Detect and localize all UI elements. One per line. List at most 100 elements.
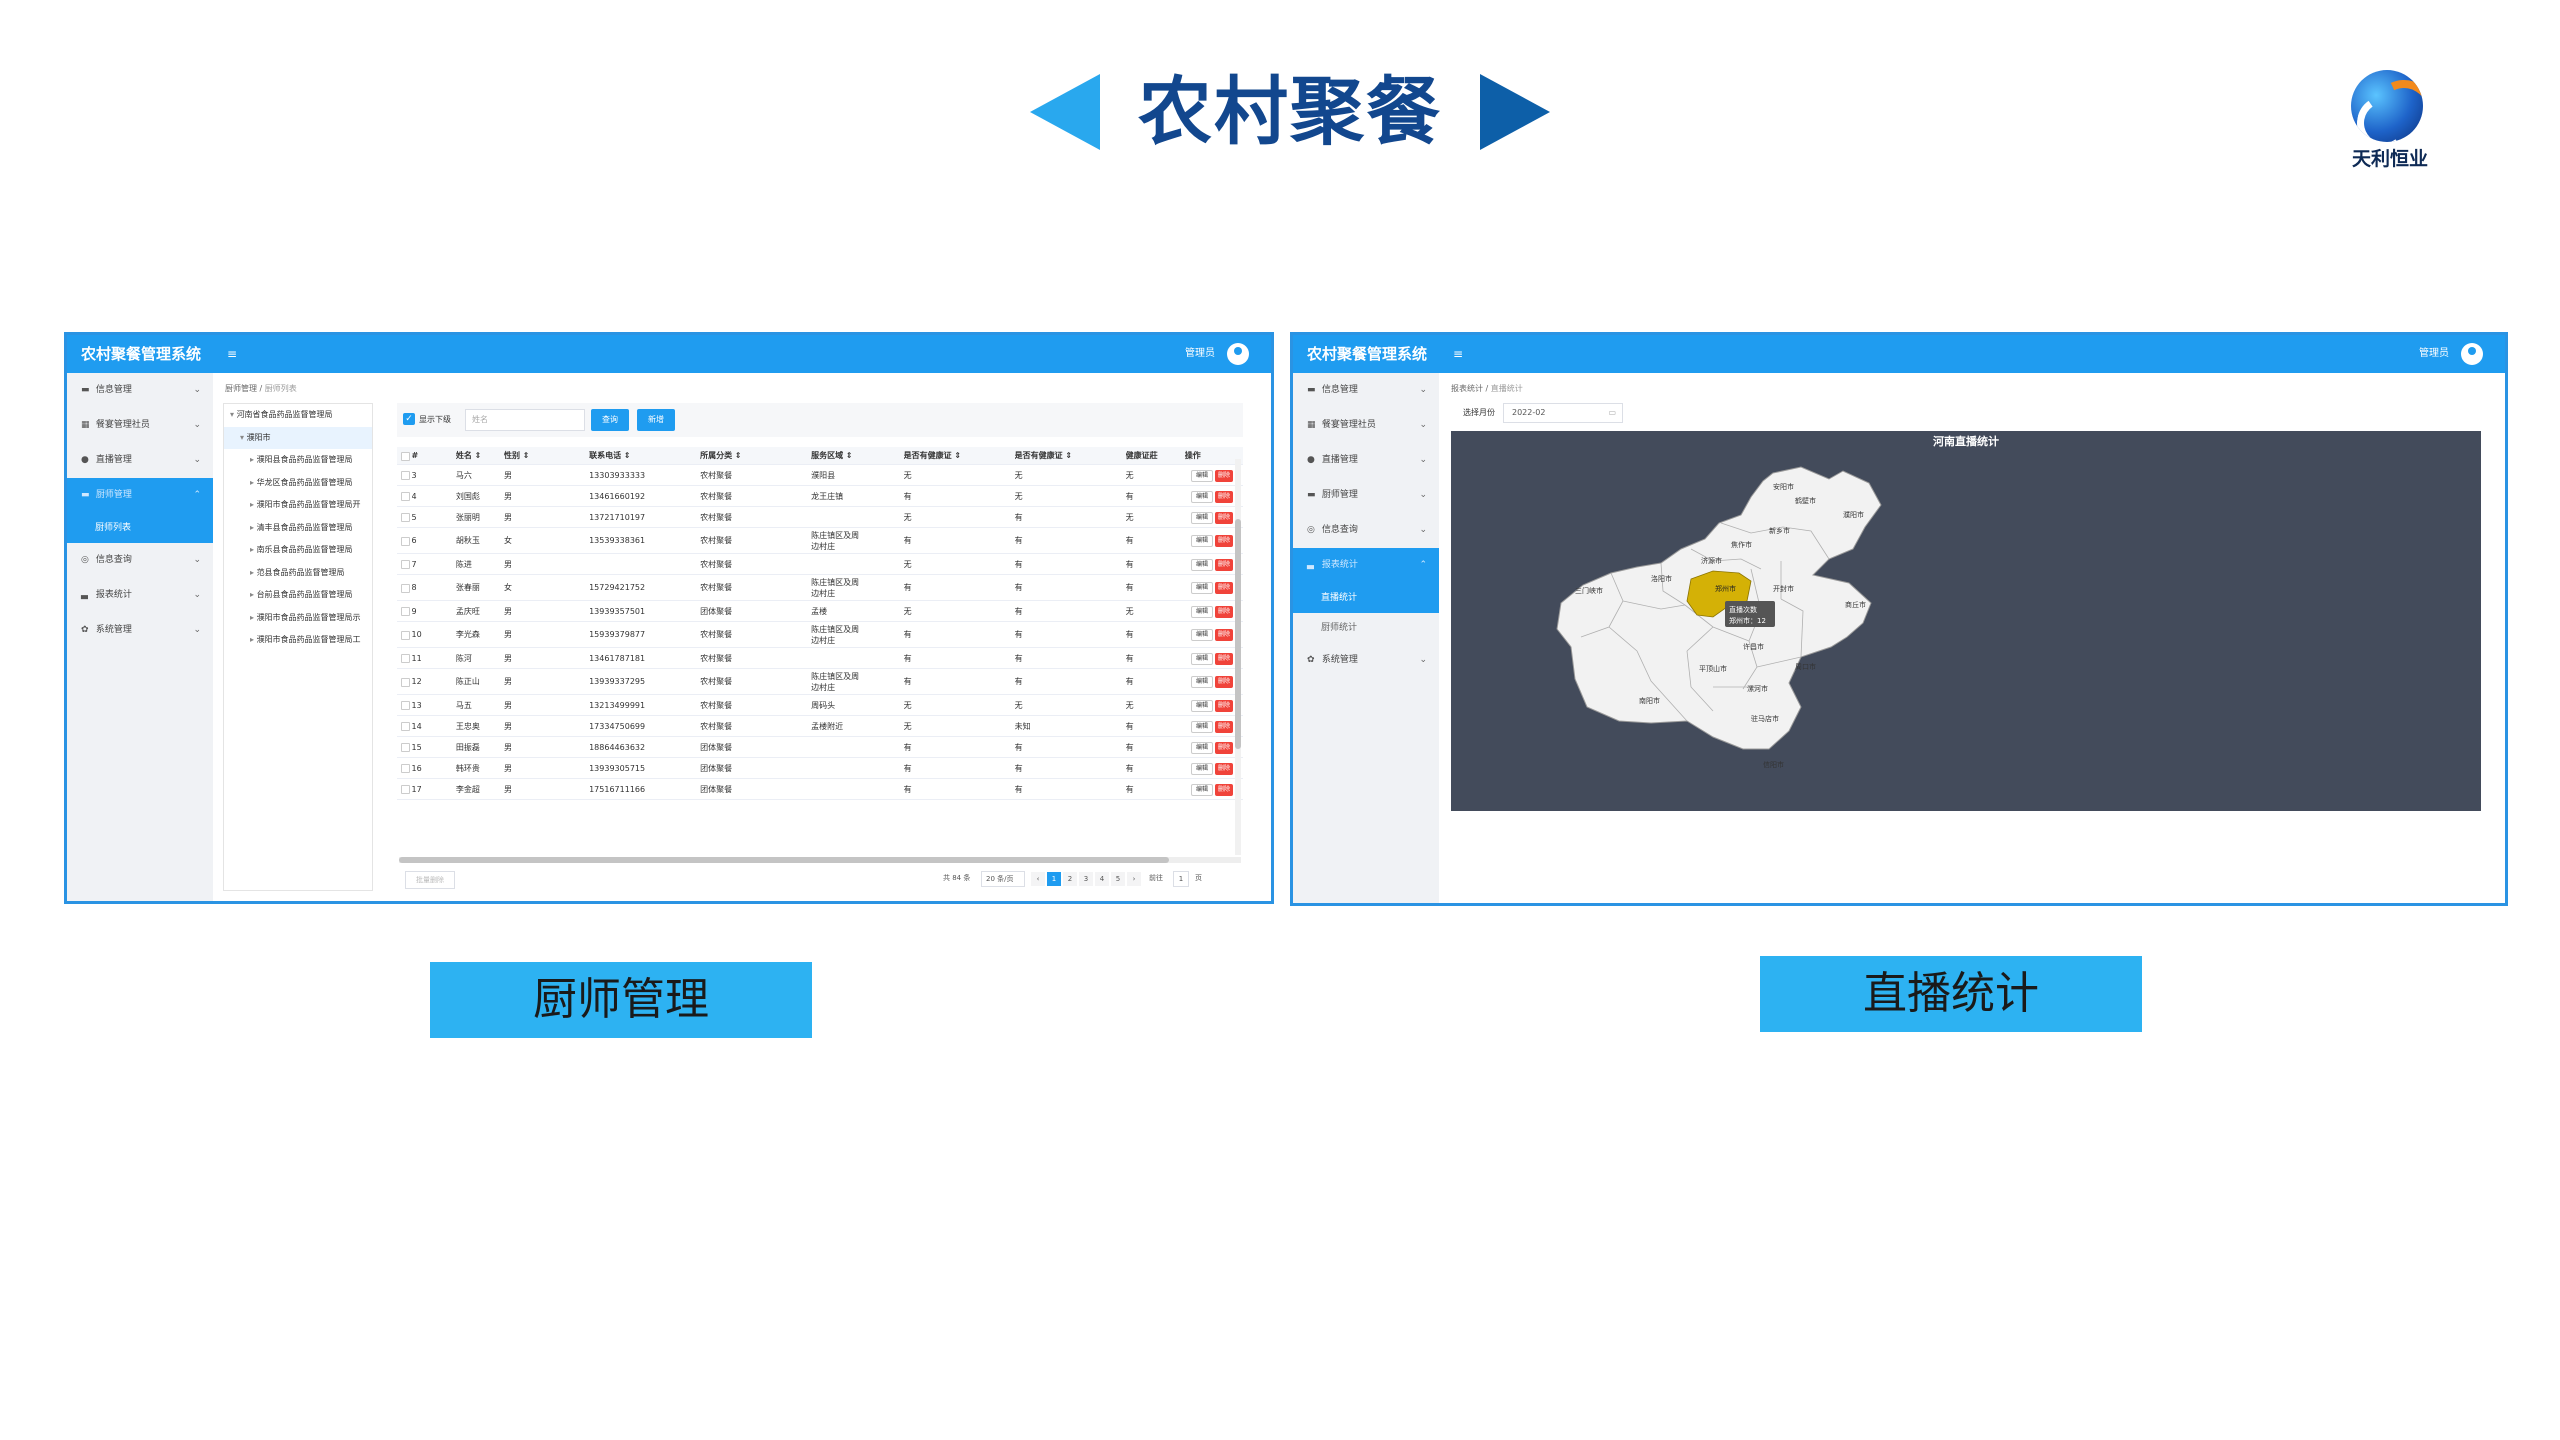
tree-node[interactable]: ▸ 范县食品药品监督管理局 xyxy=(224,562,372,585)
delete-button[interactable]: 删除 xyxy=(1215,629,1233,641)
page-size-select[interactable]: 20 条/页 xyxy=(981,871,1025,887)
page-button[interactable]: 3 xyxy=(1079,872,1093,886)
row-checkbox[interactable] xyxy=(401,701,410,710)
edit-button[interactable]: 编辑 xyxy=(1191,582,1213,594)
avatar[interactable] xyxy=(2461,343,2483,365)
sidebar-item-info[interactable]: ▬ 信息管理 ⌄ xyxy=(1293,373,1439,408)
edit-button[interactable]: 编辑 xyxy=(1191,605,1213,618)
edit-button[interactable]: 编辑 xyxy=(1191,469,1213,482)
column-header[interactable]: 所属分类 ⇕ xyxy=(700,447,742,465)
page-button[interactable]: 1 xyxy=(1047,872,1061,886)
edit-button[interactable]: 编辑 xyxy=(1191,741,1213,754)
breadcrumb-item[interactable]: 报表统计 xyxy=(1451,384,1483,393)
row-checkbox[interactable] xyxy=(401,785,410,794)
goto-page-input[interactable]: 1 xyxy=(1173,871,1189,887)
delete-button[interactable]: 删除 xyxy=(1215,582,1233,594)
delete-button[interactable]: 删除 xyxy=(1215,783,1233,796)
select-all-checkbox[interactable] xyxy=(401,452,410,461)
tree-node[interactable]: ▸ 华龙区食品药品监督管理局 xyxy=(224,472,372,495)
column-header[interactable]: 姓名 ⇕ xyxy=(456,447,482,465)
row-checkbox[interactable] xyxy=(401,743,410,752)
delete-button[interactable]: 删除 xyxy=(1215,699,1233,712)
column-header[interactable]: 联系电话 ⇕ xyxy=(589,447,631,465)
next-page-button[interactable]: › xyxy=(1127,872,1141,886)
avatar[interactable] xyxy=(1227,343,1249,365)
column-header[interactable]: 服务区域 ⇕ xyxy=(811,447,853,465)
tree-node[interactable]: ▸ 濮阳市食品药品监督管理局工 xyxy=(224,629,372,652)
delete-button[interactable]: 删除 xyxy=(1215,469,1233,482)
delete-button[interactable]: 删除 xyxy=(1215,741,1233,754)
tree-node[interactable]: ▸ 台前县食品药品监督管理局 xyxy=(224,584,372,607)
edit-button[interactable]: 编辑 xyxy=(1191,676,1213,688)
column-header[interactable]: 操作 xyxy=(1185,447,1201,465)
delete-button[interactable]: 删除 xyxy=(1215,652,1233,665)
admin-label[interactable]: 管理员 xyxy=(1185,335,1215,373)
sidebar-item-report[interactable]: ▃ 报表统计 ⌄ xyxy=(67,578,213,613)
edit-button[interactable]: 编辑 xyxy=(1191,783,1213,796)
tree-node[interactable]: ▾ 濮阳市 xyxy=(224,426,372,449)
delete-button[interactable]: 删除 xyxy=(1215,511,1233,524)
delete-button[interactable]: 删除 xyxy=(1215,720,1233,733)
edit-button[interactable]: 编辑 xyxy=(1191,629,1213,641)
tree-node[interactable]: ▸ 濮阳县食品药品监督管理局 xyxy=(224,449,372,472)
sidebar-subitem-live-stats[interactable]: 直播统计 xyxy=(1293,583,1439,613)
row-checkbox[interactable] xyxy=(401,492,410,501)
row-checkbox[interactable] xyxy=(401,471,410,480)
prev-page-button[interactable]: ‹ xyxy=(1031,872,1045,886)
sidebar-item-info[interactable]: ▬ 信息管理 ⌄ xyxy=(67,373,213,408)
admin-label[interactable]: 管理员 xyxy=(2419,335,2449,373)
horizontal-scrollbar[interactable] xyxy=(399,857,1241,863)
page-button[interactable]: 2 xyxy=(1063,872,1077,886)
edit-button[interactable]: 编辑 xyxy=(1191,762,1213,775)
row-checkbox[interactable] xyxy=(401,607,410,616)
sidebar-item-banquet[interactable]: ▦ 餐宴管理社员 ⌄ xyxy=(67,408,213,443)
column-header[interactable]: 是否有健康证 ⇕ xyxy=(904,447,962,465)
sidebar-item-live[interactable]: ● 直播管理 ⌄ xyxy=(67,443,213,478)
edit-button[interactable]: 编辑 xyxy=(1191,535,1213,547)
row-checkbox[interactable] xyxy=(401,560,410,569)
name-search-input[interactable]: 姓名 xyxy=(465,409,585,431)
row-checkbox[interactable] xyxy=(401,764,410,773)
sidebar-item-chef[interactable]: ▬ 厨师管理 ⌃ xyxy=(67,478,213,513)
row-checkbox[interactable] xyxy=(401,513,410,522)
menu-toggle-icon[interactable]: ≡ xyxy=(227,335,237,373)
query-button[interactable]: 查询 xyxy=(591,409,629,431)
month-picker[interactable]: 2022-02 ▭ xyxy=(1503,403,1623,423)
row-checkbox[interactable] xyxy=(401,677,410,687)
tree-node[interactable]: ▸ 濮阳市食品药品监督管理局开 xyxy=(224,494,372,517)
edit-button[interactable]: 编辑 xyxy=(1191,511,1213,524)
row-checkbox[interactable] xyxy=(401,654,410,663)
sidebar-item-live[interactable]: ● 直播管理 ⌄ xyxy=(1293,443,1439,478)
column-header[interactable]: # xyxy=(412,447,419,465)
sidebar-item-chef[interactable]: ▬ 厨师管理 ⌄ xyxy=(1293,478,1439,513)
sidebar-item-system[interactable]: ✿ 系统管理 ⌄ xyxy=(1293,643,1439,678)
menu-toggle-icon[interactable]: ≡ xyxy=(1453,335,1463,373)
breadcrumb-item[interactable]: 厨师管理 xyxy=(225,384,257,393)
page-button[interactable]: 5 xyxy=(1111,872,1125,886)
edit-button[interactable]: 编辑 xyxy=(1191,720,1213,733)
bulk-delete-button[interactable]: 批量删除 xyxy=(405,871,455,889)
edit-button[interactable]: 编辑 xyxy=(1191,652,1213,665)
column-header[interactable]: 健康证莊 xyxy=(1126,447,1158,465)
delete-button[interactable]: 删除 xyxy=(1215,535,1233,547)
tree-node[interactable]: ▸ 南乐县食品药品监督管理局 xyxy=(224,539,372,562)
sidebar-item-system[interactable]: ✿ 系统管理 ⌄ xyxy=(67,613,213,648)
sidebar-item-report[interactable]: ▃ 报表统计 ⌃ xyxy=(1293,548,1439,583)
delete-button[interactable]: 删除 xyxy=(1215,558,1233,571)
edit-button[interactable]: 编辑 xyxy=(1191,490,1213,503)
sidebar-item-banquet[interactable]: ▦ 餐宴管理社员 ⌄ xyxy=(1293,408,1439,443)
delete-button[interactable]: 删除 xyxy=(1215,490,1233,503)
vertical-scrollbar[interactable] xyxy=(1235,459,1241,855)
page-button[interactable]: 4 xyxy=(1095,872,1109,886)
row-checkbox[interactable] xyxy=(401,722,410,731)
edit-button[interactable]: 编辑 xyxy=(1191,558,1213,571)
delete-button[interactable]: 删除 xyxy=(1215,605,1233,618)
delete-button[interactable]: 删除 xyxy=(1215,676,1233,688)
row-checkbox[interactable] xyxy=(401,630,410,640)
sidebar-subitem-chef-stats[interactable]: 厨师统计 xyxy=(1293,613,1439,643)
row-checkbox[interactable] xyxy=(401,536,410,546)
column-header[interactable]: 性别 ⇕ xyxy=(504,447,530,465)
sidebar-item-query[interactable]: ◎ 信息查询 ⌄ xyxy=(1293,513,1439,548)
show-sub-checkbox[interactable]: ✓ xyxy=(403,413,415,425)
edit-button[interactable]: 编辑 xyxy=(1191,699,1213,712)
